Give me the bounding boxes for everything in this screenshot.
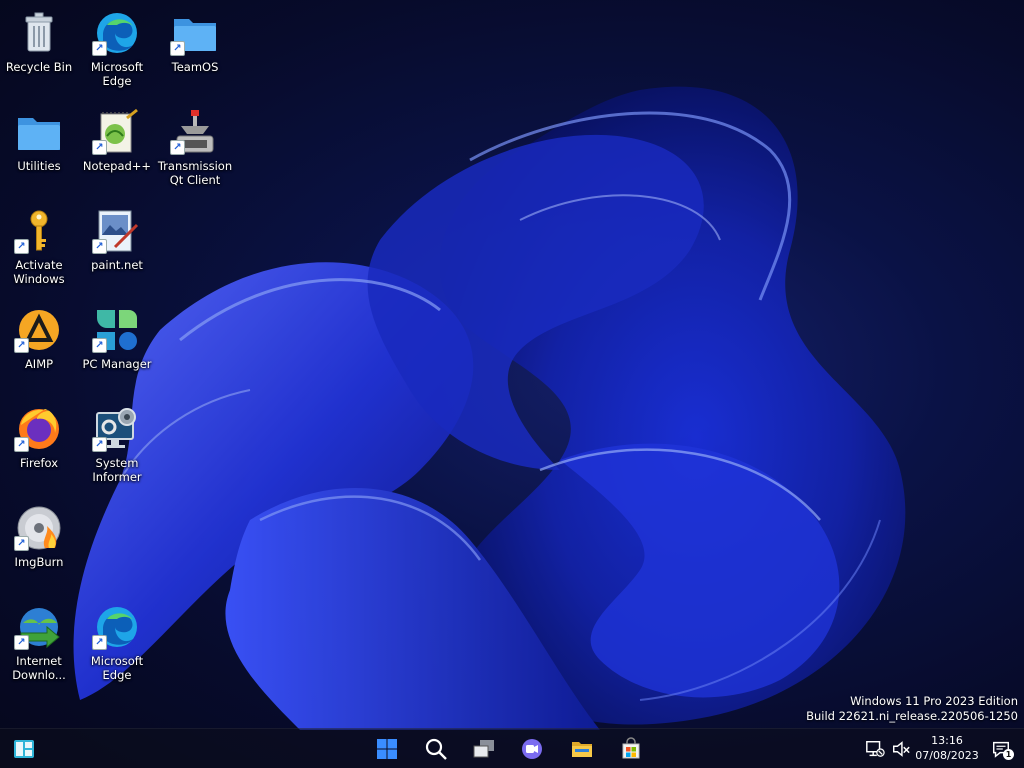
desktop-icon-imgburn[interactable]: ↗ ImgBurn (0, 503, 78, 569)
desktop-icon-label: Utilities (17, 159, 61, 173)
watermark-edition: Windows 11 Pro 2023 Edition (850, 694, 1018, 708)
shortcut-arrow-icon: ↗ (14, 635, 29, 650)
shortcut-arrow-icon: ↗ (92, 239, 107, 254)
desktop: Recycle Bin ↗ Microsoft Edge ↗ TeamOS Ut… (0, 0, 1024, 768)
folder-icon (14, 107, 64, 157)
desktop-icon-system-informer[interactable]: ↗ System Informer (78, 404, 156, 484)
network-icon (866, 741, 885, 757)
shortcut-arrow-icon: ↗ (92, 140, 107, 155)
shortcut-arrow-icon: ↗ (92, 437, 107, 452)
desktop-icon-paintnet[interactable]: ↗ paint.net (78, 206, 156, 272)
system-informer-icon: ↗ (92, 404, 142, 454)
transmission-icon: ↗ (170, 107, 220, 157)
widgets-icon (14, 740, 34, 758)
shortcut-arrow-icon: ↗ (170, 41, 185, 56)
task-view-icon (473, 740, 494, 758)
shortcut-arrow-icon: ↗ (170, 140, 185, 155)
start-button[interactable] (371, 733, 403, 765)
paintnet-icon: ↗ (92, 206, 142, 256)
desktop-icon-label: Microsoft Edge (90, 60, 144, 88)
taskbar: 13:16 07/08/2023 1 (0, 728, 1024, 768)
desktop-icon-label: AIMP (24, 357, 54, 371)
edge-icon: ↗ (92, 8, 142, 58)
desktop-icon-microsoft-edge-2[interactable]: ↗ Microsoft Edge (78, 602, 156, 682)
recycle-bin-icon (14, 8, 64, 58)
desktop-icon-microsoft-edge[interactable]: ↗ Microsoft Edge (78, 8, 156, 88)
widgets-button[interactable] (8, 733, 40, 765)
desktop-icon-label: Recycle Bin (5, 60, 73, 74)
folder-icon: ↗ (170, 8, 220, 58)
taskbar-clock[interactable]: 13:16 07/08/2023 (912, 733, 982, 763)
desktop-icon-label: ImgBurn (14, 555, 64, 569)
desktop-icon-notepadpp[interactable]: ↗ Notepad++ (78, 107, 156, 173)
desktop-icon-label: Firefox (19, 456, 59, 470)
desktop-icon-label: Activate Windows (13, 258, 65, 286)
shortcut-arrow-icon: ↗ (92, 635, 107, 650)
shortcut-arrow-icon: ↗ (14, 437, 29, 452)
edge-icon: ↗ (92, 602, 142, 652)
desktop-icon-label: Transmission Qt Client (157, 159, 233, 187)
firefox-icon: ↗ (14, 404, 64, 454)
desktop-icon-aimp[interactable]: ↗ AIMP (0, 305, 78, 371)
desktop-icon-utilities[interactable]: Utilities (0, 107, 78, 173)
start-icon (377, 739, 397, 759)
task-view-button[interactable] (468, 733, 500, 765)
network-tray-button[interactable] (864, 738, 886, 760)
shortcut-arrow-icon: ↗ (14, 338, 29, 353)
chat-button[interactable] (516, 733, 548, 765)
shortcut-arrow-icon: ↗ (92, 41, 107, 56)
imgburn-icon: ↗ (14, 503, 64, 553)
volume-muted-icon (893, 741, 910, 757)
desktop-icon-label: Notepad++ (82, 159, 152, 173)
chat-icon (522, 739, 542, 759)
desktop-icon-label: TeamOS (171, 60, 219, 74)
desktop-icon-recycle-bin[interactable]: Recycle Bin (0, 8, 78, 74)
microsoft-store-button[interactable] (615, 733, 647, 765)
desktop-icon-label: Microsoft Edge (90, 654, 144, 682)
file-explorer-icon (572, 742, 592, 757)
desktop-icon-pc-manager[interactable]: ↗ PC Manager (78, 305, 156, 371)
clock-time: 13:16 (931, 734, 963, 747)
desktop-icon-teamos[interactable]: ↗ TeamOS (156, 8, 234, 74)
clock-date: 07/08/2023 (915, 749, 979, 762)
desktop-icon-label: paint.net (91, 258, 143, 272)
desktop-icon-transmission[interactable]: ↗ Transmission Qt Client (156, 107, 234, 187)
desktop-icon-internet-download-manager[interactable]: ↗ Internet Downlo... (0, 602, 78, 682)
desktop-icon-activate-windows[interactable]: ↗ Activate Windows (0, 206, 78, 286)
windows-edition-watermark: Windows 11 Pro 2023 Edition Build 22621.… (806, 694, 1018, 724)
desktop-icon-label: Internet Downlo... (12, 654, 66, 682)
file-explorer-button[interactable] (566, 733, 598, 765)
aimp-icon: ↗ (14, 305, 64, 355)
notepadpp-icon: ↗ (92, 107, 142, 157)
shortcut-arrow-icon: ↗ (14, 239, 29, 254)
shortcut-arrow-icon: ↗ (14, 536, 29, 551)
notification-center-button[interactable]: 1 (990, 738, 1014, 760)
store-icon (622, 737, 640, 759)
shortcut-arrow-icon: ↗ (92, 338, 107, 353)
desktop-icon-label: System Informer (92, 456, 142, 484)
idm-icon: ↗ (14, 602, 64, 652)
search-icon (425, 738, 447, 760)
search-button[interactable] (420, 733, 452, 765)
pc-manager-icon: ↗ (92, 305, 142, 355)
volume-tray-button[interactable] (890, 738, 912, 760)
notification-count-badge: 1 (1003, 749, 1014, 760)
watermark-build: Build 22621.ni_release.220506-1250 (806, 709, 1018, 723)
desktop-icon-label: PC Manager (82, 357, 152, 371)
key-icon: ↗ (14, 206, 64, 256)
desktop-icon-firefox[interactable]: ↗ Firefox (0, 404, 78, 470)
